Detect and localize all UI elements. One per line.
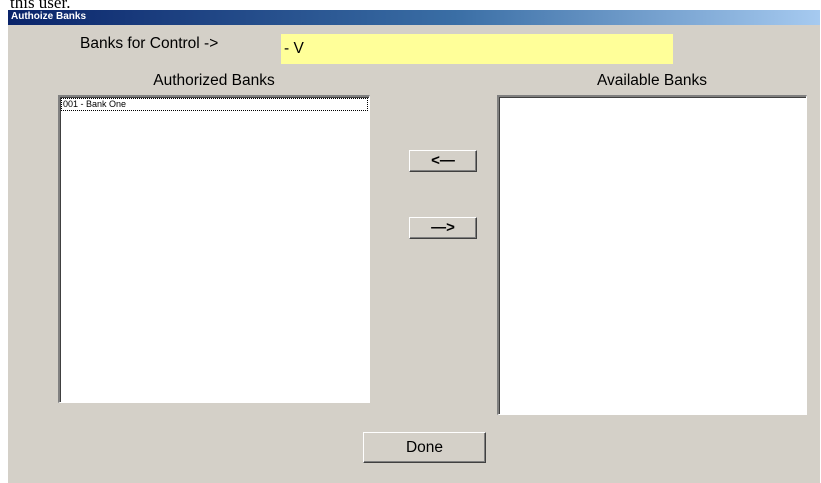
done-button[interactable]: Done: [363, 432, 486, 463]
control-value-field[interactable]: [281, 34, 673, 64]
available-banks-list[interactable]: [497, 95, 807, 415]
page: this user. Authoize Banks Banks for Cont…: [0, 0, 821, 483]
list-item[interactable]: 001 - Bank One: [61, 98, 368, 111]
authorized-banks-list[interactable]: 001 - Bank One: [58, 95, 370, 403]
move-to-authorized-button[interactable]: <—: [409, 150, 477, 172]
authorized-banks-heading: Authorized Banks: [153, 72, 275, 89]
authorize-banks-dialog: Authoize Banks Banks for Control -> Auth…: [8, 10, 820, 483]
window-title: Authoize Banks: [11, 11, 87, 22]
title-bar[interactable]: Authoize Banks: [8, 10, 820, 25]
banks-for-control-label: Banks for Control ->: [80, 35, 219, 52]
move-to-available-button[interactable]: —>: [409, 217, 477, 239]
available-banks-heading: Available Banks: [596, 72, 707, 89]
